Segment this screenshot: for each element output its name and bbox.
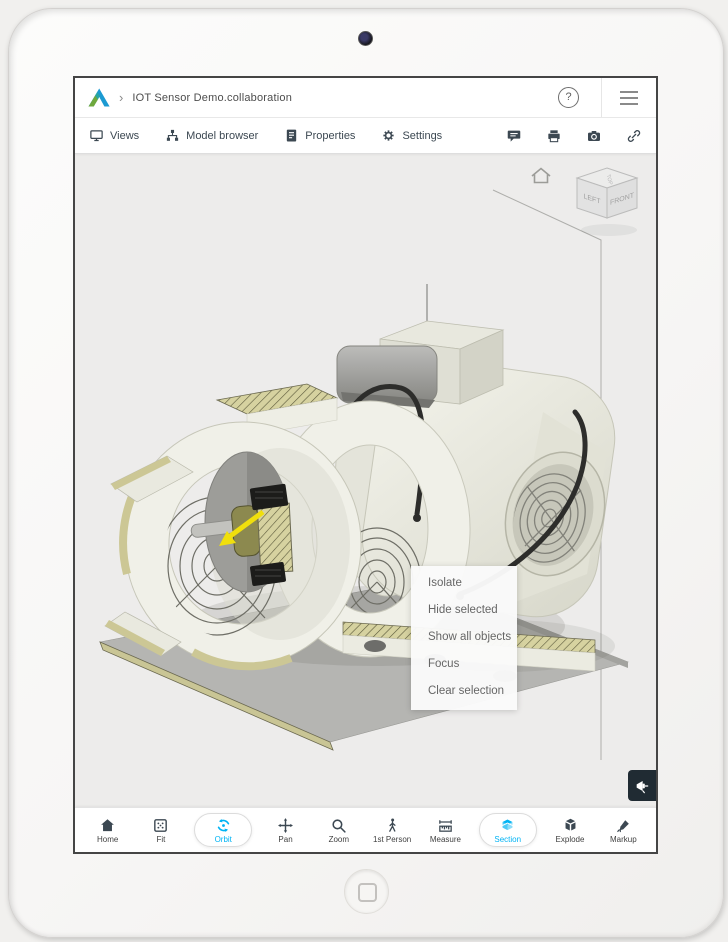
announcement-button[interactable] [628,770,656,801]
toolbar-item-views[interactable]: Views [89,128,139,143]
app-header: › IOT Sensor Demo.collaboration ? [75,78,656,118]
context-menu-item-show-all-objects[interactable]: Show all objects [411,624,517,651]
app-screen: › IOT Sensor Demo.collaboration ? Views [73,76,658,854]
context-menu-item-isolate[interactable]: Isolate [411,570,517,597]
toolbar-item-settings[interactable]: Settings [381,128,442,143]
screenshot-stage: › IOT Sensor Demo.collaboration ? Views [0,0,728,942]
menu-icon[interactable] [602,90,656,105]
junction-box[interactable] [336,284,505,408]
toolbar-item-properties[interactable]: Properties [284,128,355,143]
dock-button-pan[interactable]: Pan [266,817,306,844]
dock-button-fit[interactable]: Fit [141,817,181,844]
dock-button-section[interactable]: Section [478,813,537,847]
viewport-3d[interactable]: LEFT FRONT TOP Isolate Hide selected Sho… [75,154,656,852]
toolbar-item-model-browser[interactable]: Model browser [165,128,258,143]
link-icon[interactable] [626,128,642,144]
viewcube-home-icon[interactable] [531,167,551,184]
context-menu-item-focus[interactable]: Focus [411,651,517,678]
print-icon[interactable] [546,128,562,144]
dock-button-explode[interactable]: Explode [550,817,590,844]
tablet-camera [358,31,373,46]
model-scene[interactable]: LEFT FRONT TOP [75,154,656,852]
help-icon[interactable]: ? [558,87,579,108]
dock-button-home[interactable]: Home [88,817,128,844]
viewer-toolbar: Views Model browser Properties Settings [75,118,656,154]
display-icon [90,130,103,142]
dock-button-orbit[interactable]: Orbit [194,813,253,847]
document-title: IOT Sensor Demo.collaboration [132,91,293,104]
context-menu-item-clear-selection[interactable]: Clear selection [411,678,517,705]
megaphone-icon [636,780,649,793]
context-menu: Isolate Hide selected Show all objects F… [411,566,517,710]
navigation-dock: Home Fit Orbit Pan Zoom 1st Person Measu… [75,807,656,852]
dock-button-zoom[interactable]: Zoom [319,817,359,844]
document-icon [287,129,297,142]
dock-button-measure[interactable]: Measure [425,817,465,844]
view-cube[interactable]: LEFT FRONT TOP [575,167,639,236]
dock-button-markup[interactable]: Markup [603,817,643,844]
tablet-home-button[interactable] [344,869,389,914]
home-button-glyph [358,883,377,902]
dock-button-first-person[interactable]: 1st Person [372,817,412,844]
tree-icon [167,129,179,141]
comment-icon[interactable] [506,128,522,144]
breadcrumb-chevron: › [119,90,124,105]
context-menu-item-hide-selected[interactable]: Hide selected [411,597,517,624]
autodesk-logo[interactable] [88,88,110,107]
gear-icon [383,130,395,141]
camera-icon[interactable] [586,128,602,144]
